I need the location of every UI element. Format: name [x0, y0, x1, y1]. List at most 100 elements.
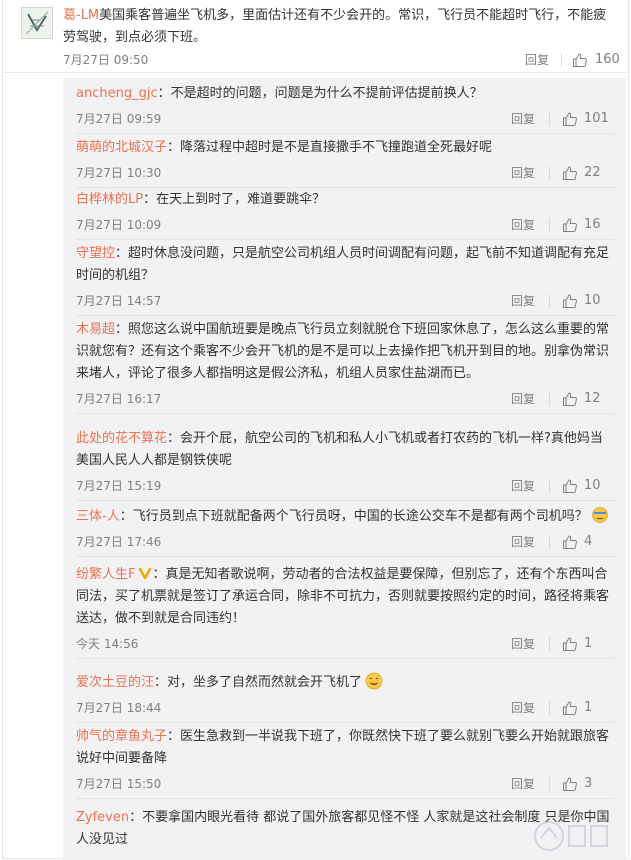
reply-text-line: 来堵人，评论了很多人都指明这是假公济私，机组人员家住盐湖而已。: [76, 366, 480, 381]
reply-username[interactable]: 萌萌的北城汉子: [76, 140, 167, 155]
divider: [549, 479, 550, 493]
reply-timestamp: 今天 14:56: [76, 637, 139, 651]
reply-username[interactable]: 帅气的章鱼丸子: [76, 729, 167, 744]
main-reply-button[interactable]: 回复: [525, 52, 549, 68]
reply-username[interactable]: 此处的花不算花: [76, 431, 167, 446]
avatar[interactable]: [21, 7, 53, 39]
reply-timestamp: 7月27日 14:57: [76, 294, 162, 308]
thumbs-up-icon[interactable]: [562, 478, 578, 494]
reply-text-line: 同法，买了机票就是签订了承运合同，除非不可抗力，否则就要按照约定的时间，路径将乘…: [76, 589, 610, 604]
reply-text-line: ：降落过程中超时是不是直接撒手不飞撞跑道全死最好呢: [167, 140, 493, 155]
reply-like-count: 10: [584, 478, 601, 493]
reply-divider: [75, 798, 615, 799]
reply-timestamp: 7月27日 18:44: [76, 701, 162, 715]
reply-divider: [75, 722, 615, 723]
main-comment-text-2: 劳驾驶，到点必须下班。: [63, 30, 207, 45]
divider: [549, 392, 550, 406]
reply-text-line: ：在天上到时了，难道要跳伞？: [143, 192, 326, 207]
reply-like-count: 1: [584, 636, 593, 651]
reply-button[interactable]: 回复: [511, 534, 535, 550]
divider: [549, 535, 550, 549]
main-comment-username[interactable]: 葛-LM: [63, 8, 99, 23]
thumbs-up-icon[interactable]: [562, 636, 578, 652]
reply-button[interactable]: 回复: [511, 111, 535, 127]
reply-button[interactable]: 回复: [511, 478, 535, 494]
reply-like-count: 22: [584, 165, 601, 180]
comment-card: 葛-LM美国乘客普遍坐飞机多，里面估计还有不少会开的。常识，飞行员不能超时飞行，…: [2, 0, 629, 860]
reply-like-count: 10: [584, 293, 601, 308]
reply-divider: [75, 500, 615, 501]
reply-timestamp: 7月27日 10:30: [76, 166, 162, 180]
reply-username[interactable]: 白桦林的LP: [76, 192, 143, 207]
thumbs-up-icon[interactable]: [562, 534, 578, 550]
reply-divider: [75, 133, 615, 134]
reply-timestamp: 7月27日 16:17: [76, 392, 162, 406]
reply-text-line: ：真是无知者歌说啊，劳动者的合法权益是要保障，但别忘了，还有个东西叫合: [152, 567, 608, 582]
reply-text-line: 人没见过: [76, 832, 129, 847]
reply-text-line: ：医生急救到一半说我下班了，你既然快下班了要么就别飞要么开始就跟旅客: [167, 729, 610, 744]
divider: [549, 112, 550, 126]
thumbs-up-icon[interactable]: [572, 52, 588, 68]
main-like-count: 160: [595, 52, 620, 67]
reply-like-count: 4: [584, 534, 593, 549]
reply-divider: [75, 556, 615, 557]
main-comment-timestamp: 7月27日 09:50: [63, 53, 149, 67]
reply-timestamp: 7月27日 10:09: [76, 218, 162, 232]
reply-timestamp: 7月27日 09:59: [76, 112, 162, 126]
avatar-image-icon: [22, 8, 52, 38]
thumbs-up-icon[interactable]: [562, 111, 578, 127]
divider: [549, 701, 550, 715]
reply-username[interactable]: 爱次土豆的汪: [76, 675, 154, 690]
reply-divider: [75, 658, 615, 659]
reply-button[interactable]: 回复: [511, 636, 535, 652]
divider: [549, 218, 550, 232]
main-comment: 葛-LM美国乘客普遍坐飞机多，里面估计还有不少会开的。常识，飞行员不能超时飞行，…: [3, 0, 628, 73]
reply-text-line: ：不是超时的问题，问题是为什么不提前评估提前换人？: [157, 86, 483, 101]
reply-list: ancheng_gjc：不是超时的问题，问题是为什么不提前评估提前换人？ 7月27…: [63, 78, 626, 860]
divider: [549, 166, 550, 180]
reply-username[interactable]: 守望控: [76, 246, 115, 261]
divider: [549, 294, 550, 308]
main-comment-text-1: 美国乘客普遍坐飞机多，里面估计还有不少会开的。常识，飞行员不能超时飞行，不能疲: [99, 8, 607, 23]
reply-username[interactable]: 纷繁人生F: [76, 567, 135, 582]
thumbs-up-icon[interactable]: [562, 776, 578, 792]
divider: [549, 637, 550, 651]
reply-button[interactable]: 回复: [511, 776, 535, 792]
thumbs-up-icon[interactable]: [562, 391, 578, 407]
reply-text-line: ：照您这么说中国航班要是晚点飞行员立刻就脱仓下班回家休息了，怎么这么重要的常: [115, 322, 610, 337]
reply-text-line: ：对，坐多了自然而然就会开飞机了: [154, 675, 363, 690]
divider: [549, 777, 550, 791]
vip-badge-icon: [139, 567, 152, 580]
reply-timestamp: 7月27日 15:50: [76, 777, 162, 791]
thumbs-up-icon[interactable]: [562, 217, 578, 233]
reply-username[interactable]: 木易超: [76, 322, 115, 337]
reply-button[interactable]: 回复: [511, 391, 535, 407]
thumbs-up-icon[interactable]: [562, 293, 578, 309]
reply-button[interactable]: 回复: [511, 700, 535, 716]
thumbs-up-icon[interactable]: [562, 165, 578, 181]
divider: [561, 53, 562, 67]
emoji-icon: [591, 507, 608, 523]
reply-text-line: 美国人民人人都是钢铁侠呢: [76, 453, 233, 468]
reply-text-line: 说好中间要备降: [76, 751, 168, 766]
reply-username[interactable]: Zyfeven: [76, 810, 129, 825]
reply-text-line: 识就您有？还有这个乘客不少会开飞机的是不是可以上去操作把飞机开到目的地。别拿伪常…: [76, 344, 610, 359]
reply-like-count: 12: [584, 391, 601, 406]
reply-button[interactable]: 回复: [511, 165, 535, 181]
reply-button[interactable]: 回复: [511, 217, 535, 233]
thumbs-up-icon[interactable]: [562, 700, 578, 716]
reply-like-count: 3: [584, 776, 593, 791]
reply-divider: [75, 413, 615, 414]
watermark-logo-icon: [534, 821, 608, 851]
reply-text-line: ：会开个屁，航空公司的飞机和私人小飞机或者打农药的飞机一样?真他妈当: [167, 431, 603, 446]
reply-button[interactable]: 回复: [511, 293, 535, 309]
reply-username[interactable]: ancheng_gjc: [76, 86, 158, 101]
reply-text-line: 送达，做不到就是合同违约！: [76, 611, 246, 626]
reply-divider: [75, 315, 615, 316]
reply-text-line: ：飞行员到点下班就配备两个飞行员呀，中国的长途公交车不是都有两个司机吗？: [119, 509, 588, 524]
reply-text-line: ：超时休息没问题，只是航空公司机组人员时间调配有问题，起飞前不知道调配有充足: [115, 246, 610, 261]
emoji-icon: [365, 672, 383, 690]
reply-username[interactable]: 三体-人: [76, 509, 120, 524]
reply-like-count: 16: [584, 217, 601, 232]
reply-divider: [75, 187, 615, 188]
